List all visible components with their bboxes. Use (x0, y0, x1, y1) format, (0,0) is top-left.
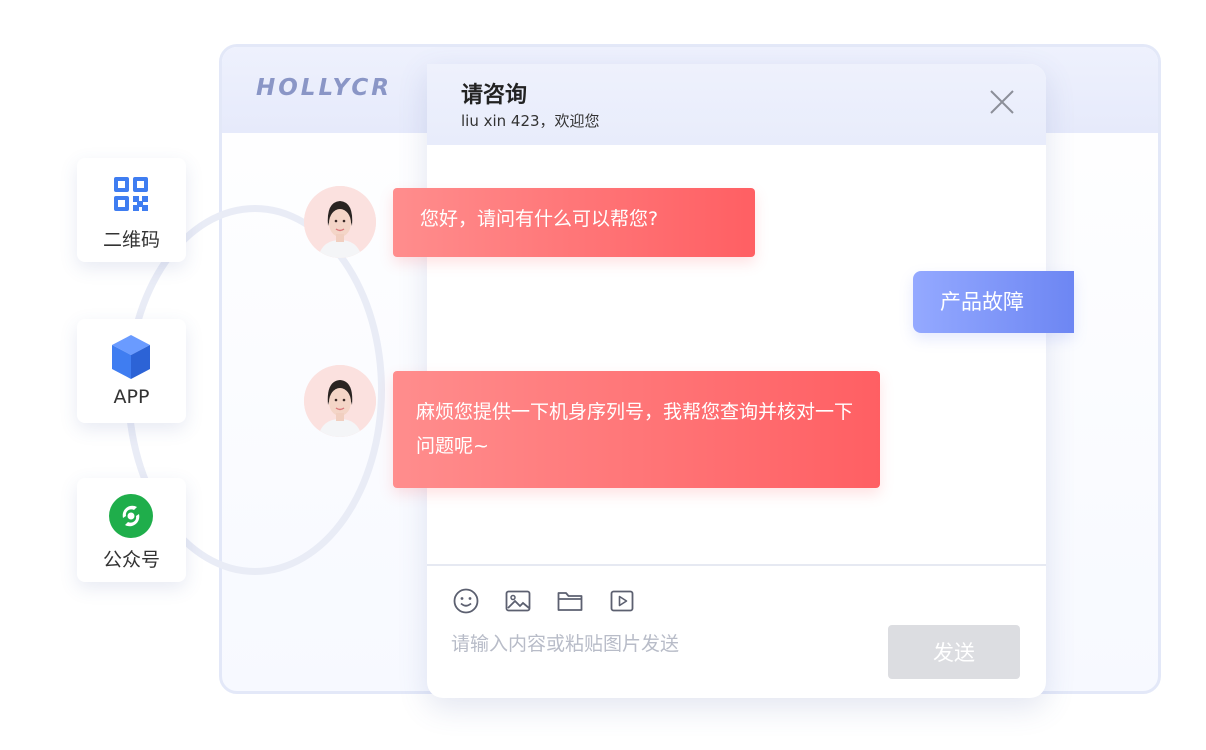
close-icon[interactable] (988, 88, 1016, 116)
agent-message-bubble: 您好，请问有什么可以帮您? (393, 188, 755, 257)
image-icon[interactable] (503, 586, 533, 616)
channel-label: APP (113, 386, 150, 408)
agent-avatar-image (304, 186, 376, 258)
chat-title: 请咨询 (461, 83, 528, 108)
qr-code-icon (114, 177, 148, 211)
channel-app-card[interactable]: APP (77, 319, 186, 423)
channel-label: 二维码 (102, 229, 160, 251)
channel-label: 公众号 (102, 549, 160, 571)
official-account-icon (109, 494, 153, 538)
composer-divider (427, 564, 1046, 566)
agent-avatar (304, 365, 376, 437)
agent-avatar (304, 186, 376, 258)
video-icon[interactable] (607, 586, 637, 616)
user-message-bubble: 产品故障 (913, 271, 1074, 333)
chat-header: 请咨询 liu xin 423，欢迎您 (427, 64, 1046, 145)
agent-avatar-image (304, 365, 376, 437)
brand-logo-text: HOLLYCR (256, 75, 392, 101)
cube-app-icon (112, 335, 150, 379)
channel-official-account-card[interactable]: 公众号 (77, 478, 186, 582)
emoji-icon[interactable] (451, 586, 481, 616)
message-input[interactable] (451, 629, 851, 659)
send-button[interactable]: 发送 (888, 625, 1020, 679)
agent-message-bubble: 麻烦您提供一下机身序列号，我帮您查询并核对一下问题呢~ (393, 371, 880, 488)
chat-welcome-text: liu xin 423，欢迎您 (461, 112, 600, 130)
channel-qr-code-card[interactable]: 二维码 (77, 158, 186, 262)
folder-icon[interactable] (555, 586, 585, 616)
